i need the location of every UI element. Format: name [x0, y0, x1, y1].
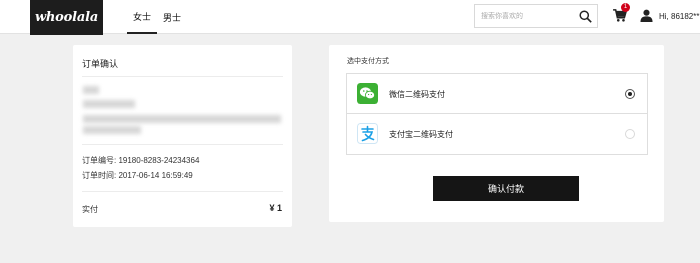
wechat-icon	[357, 83, 378, 104]
search-input[interactable]	[481, 9, 573, 24]
redacted-name	[83, 86, 99, 94]
paid-amount: ¥ 1	[269, 203, 282, 213]
payment-option-wechat[interactable]: 微信二维码支付	[347, 74, 647, 114]
top-header: whoolala 女士 男士 1 Hi, 86182**	[0, 0, 700, 35]
user-greeting[interactable]: Hi, 86182**	[659, 12, 699, 21]
confirm-payment-button[interactable]: 确认付款	[433, 176, 579, 201]
payment-card: 选中支付方式 微信二维码支付 支付宝二维码支付 确认付款	[329, 45, 664, 222]
redacted-address-line-2	[83, 126, 141, 134]
cart-button[interactable]: 1	[613, 3, 630, 22]
order-title: 订单确认	[82, 59, 119, 69]
payment-option-label: 支付宝二维码支付	[389, 130, 453, 139]
search-icon[interactable]	[579, 10, 592, 23]
nav-tab-men[interactable]: 男士	[157, 0, 187, 34]
payment-method-title: 选中支付方式	[347, 58, 389, 65]
order-time: 订单时间: 2017-06-14 16:59:49	[82, 171, 193, 180]
divider	[82, 144, 283, 145]
redacted-phone	[83, 100, 135, 108]
cart-badge: 1	[621, 3, 630, 12]
user-icon[interactable]	[640, 9, 653, 22]
site-logo[interactable]: whoolala	[30, 0, 103, 35]
payment-options: 微信二维码支付 支付宝二维码支付	[346, 73, 648, 155]
order-summary-card: 订单确认 订单编号: 19180-8283-24234364 订单时间: 201…	[73, 45, 292, 227]
payment-option-alipay[interactable]: 支付宝二维码支付	[347, 114, 647, 154]
divider	[82, 191, 283, 192]
alipay-icon	[357, 123, 378, 144]
nav-tab-women[interactable]: 女士	[127, 0, 158, 34]
main-nav: 女士 男士	[127, 0, 187, 34]
paid-label: 实付	[82, 205, 98, 214]
redacted-address-line-1	[83, 115, 281, 123]
order-number: 订单编号: 19180-8283-24234364	[82, 156, 200, 165]
payment-option-label: 微信二维码支付	[389, 90, 445, 99]
radio-wechat-selected[interactable]	[625, 89, 635, 99]
radio-alipay-unselected[interactable]	[625, 129, 635, 139]
search-box	[474, 4, 598, 28]
divider	[82, 76, 283, 77]
